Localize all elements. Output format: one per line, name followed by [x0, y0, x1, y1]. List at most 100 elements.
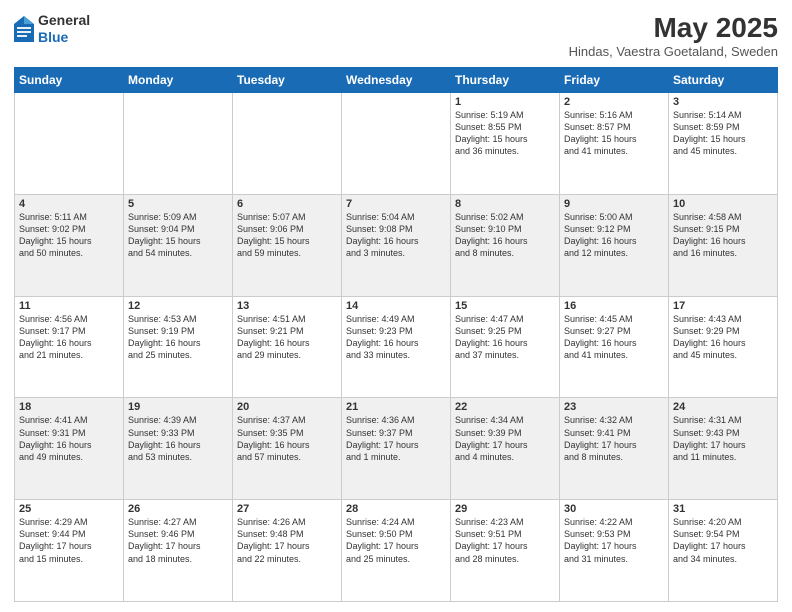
calendar-cell: 12Sunrise: 4:53 AM Sunset: 9:19 PM Dayli… [124, 296, 233, 398]
header: General Blue May 2025 Hindas, Vaestra Go… [14, 12, 778, 59]
week-row-1: 1Sunrise: 5:19 AM Sunset: 8:55 PM Daylig… [15, 93, 778, 195]
cell-info-text: Sunrise: 4:41 AM Sunset: 9:31 PM Dayligh… [19, 414, 119, 463]
calendar-cell: 17Sunrise: 4:43 AM Sunset: 9:29 PM Dayli… [669, 296, 778, 398]
calendar-cell: 24Sunrise: 4:31 AM Sunset: 9:43 PM Dayli… [669, 398, 778, 500]
calendar-cell: 9Sunrise: 5:00 AM Sunset: 9:12 PM Daylig… [560, 194, 669, 296]
calendar-cell: 8Sunrise: 5:02 AM Sunset: 9:10 PM Daylig… [451, 194, 560, 296]
cell-date-number: 20 [237, 401, 337, 413]
cell-info-text: Sunrise: 4:45 AM Sunset: 9:27 PM Dayligh… [564, 313, 664, 362]
header-tuesday: Tuesday [233, 68, 342, 93]
cell-info-text: Sunrise: 5:09 AM Sunset: 9:04 PM Dayligh… [128, 211, 228, 260]
cell-info-text: Sunrise: 4:29 AM Sunset: 9:44 PM Dayligh… [19, 516, 119, 565]
cell-info-text: Sunrise: 4:27 AM Sunset: 9:46 PM Dayligh… [128, 516, 228, 565]
cell-info-text: Sunrise: 4:36 AM Sunset: 9:37 PM Dayligh… [346, 414, 446, 463]
cell-date-number: 31 [673, 503, 773, 515]
calendar-cell: 21Sunrise: 4:36 AM Sunset: 9:37 PM Dayli… [342, 398, 451, 500]
calendar-cell: 15Sunrise: 4:47 AM Sunset: 9:25 PM Dayli… [451, 296, 560, 398]
calendar-cell: 26Sunrise: 4:27 AM Sunset: 9:46 PM Dayli… [124, 500, 233, 602]
calendar-cell: 1Sunrise: 5:19 AM Sunset: 8:55 PM Daylig… [451, 93, 560, 195]
header-wednesday: Wednesday [342, 68, 451, 93]
logo-text: General Blue [38, 12, 90, 46]
calendar-cell [124, 93, 233, 195]
cell-info-text: Sunrise: 4:34 AM Sunset: 9:39 PM Dayligh… [455, 414, 555, 463]
calendar-cell: 22Sunrise: 4:34 AM Sunset: 9:39 PM Dayli… [451, 398, 560, 500]
calendar-cell: 5Sunrise: 5:09 AM Sunset: 9:04 PM Daylig… [124, 194, 233, 296]
cell-info-text: Sunrise: 4:47 AM Sunset: 9:25 PM Dayligh… [455, 313, 555, 362]
cell-info-text: Sunrise: 4:43 AM Sunset: 9:29 PM Dayligh… [673, 313, 773, 362]
cell-info-text: Sunrise: 5:14 AM Sunset: 8:59 PM Dayligh… [673, 109, 773, 158]
cell-date-number: 11 [19, 300, 119, 312]
cell-info-text: Sunrise: 5:16 AM Sunset: 8:57 PM Dayligh… [564, 109, 664, 158]
cell-date-number: 8 [455, 198, 555, 210]
cell-date-number: 1 [455, 96, 555, 108]
cell-date-number: 18 [19, 401, 119, 413]
cell-info-text: Sunrise: 5:07 AM Sunset: 9:06 PM Dayligh… [237, 211, 337, 260]
calendar-cell: 7Sunrise: 5:04 AM Sunset: 9:08 PM Daylig… [342, 194, 451, 296]
calendar-cell [15, 93, 124, 195]
calendar-cell: 14Sunrise: 4:49 AM Sunset: 9:23 PM Dayli… [342, 296, 451, 398]
calendar-cell: 27Sunrise: 4:26 AM Sunset: 9:48 PM Dayli… [233, 500, 342, 602]
calendar-cell: 2Sunrise: 5:16 AM Sunset: 8:57 PM Daylig… [560, 93, 669, 195]
calendar-cell: 16Sunrise: 4:45 AM Sunset: 9:27 PM Dayli… [560, 296, 669, 398]
cell-info-text: Sunrise: 4:58 AM Sunset: 9:15 PM Dayligh… [673, 211, 773, 260]
cell-date-number: 23 [564, 401, 664, 413]
header-thursday: Thursday [451, 68, 560, 93]
calendar-cell: 4Sunrise: 5:11 AM Sunset: 9:02 PM Daylig… [15, 194, 124, 296]
cell-info-text: Sunrise: 4:39 AM Sunset: 9:33 PM Dayligh… [128, 414, 228, 463]
cell-date-number: 16 [564, 300, 664, 312]
calendar-table: Sunday Monday Tuesday Wednesday Thursday… [14, 67, 778, 602]
cell-date-number: 26 [128, 503, 228, 515]
cell-date-number: 9 [564, 198, 664, 210]
cell-info-text: Sunrise: 4:53 AM Sunset: 9:19 PM Dayligh… [128, 313, 228, 362]
cell-info-text: Sunrise: 4:31 AM Sunset: 9:43 PM Dayligh… [673, 414, 773, 463]
cell-date-number: 19 [128, 401, 228, 413]
cell-date-number: 15 [455, 300, 555, 312]
week-row-5: 25Sunrise: 4:29 AM Sunset: 9:44 PM Dayli… [15, 500, 778, 602]
cell-info-text: Sunrise: 5:02 AM Sunset: 9:10 PM Dayligh… [455, 211, 555, 260]
cell-date-number: 27 [237, 503, 337, 515]
cell-info-text: Sunrise: 4:24 AM Sunset: 9:50 PM Dayligh… [346, 516, 446, 565]
cell-date-number: 14 [346, 300, 446, 312]
calendar-cell: 18Sunrise: 4:41 AM Sunset: 9:31 PM Dayli… [15, 398, 124, 500]
cell-date-number: 29 [455, 503, 555, 515]
calendar-cell: 29Sunrise: 4:23 AM Sunset: 9:51 PM Dayli… [451, 500, 560, 602]
calendar-cell: 28Sunrise: 4:24 AM Sunset: 9:50 PM Dayli… [342, 500, 451, 602]
calendar-cell: 10Sunrise: 4:58 AM Sunset: 9:15 PM Dayli… [669, 194, 778, 296]
cell-date-number: 7 [346, 198, 446, 210]
week-row-2: 4Sunrise: 5:11 AM Sunset: 9:02 PM Daylig… [15, 194, 778, 296]
cell-info-text: Sunrise: 4:51 AM Sunset: 9:21 PM Dayligh… [237, 313, 337, 362]
location-title: Hindas, Vaestra Goetaland, Sweden [569, 44, 778, 59]
cell-info-text: Sunrise: 4:26 AM Sunset: 9:48 PM Dayligh… [237, 516, 337, 565]
cell-info-text: Sunrise: 4:56 AM Sunset: 9:17 PM Dayligh… [19, 313, 119, 362]
calendar-cell: 25Sunrise: 4:29 AM Sunset: 9:44 PM Dayli… [15, 500, 124, 602]
cell-date-number: 21 [346, 401, 446, 413]
cell-info-text: Sunrise: 4:22 AM Sunset: 9:53 PM Dayligh… [564, 516, 664, 565]
logo-general: General [38, 12, 90, 29]
cell-date-number: 4 [19, 198, 119, 210]
logo-icon [14, 16, 34, 42]
month-title: May 2025 [569, 12, 778, 44]
cell-date-number: 13 [237, 300, 337, 312]
calendar-cell: 30Sunrise: 4:22 AM Sunset: 9:53 PM Dayli… [560, 500, 669, 602]
cell-info-text: Sunrise: 5:19 AM Sunset: 8:55 PM Dayligh… [455, 109, 555, 158]
cell-date-number: 30 [564, 503, 664, 515]
page: General Blue May 2025 Hindas, Vaestra Go… [0, 0, 792, 612]
calendar-cell: 23Sunrise: 4:32 AM Sunset: 9:41 PM Dayli… [560, 398, 669, 500]
cell-date-number: 2 [564, 96, 664, 108]
cell-info-text: Sunrise: 4:49 AM Sunset: 9:23 PM Dayligh… [346, 313, 446, 362]
calendar-cell: 3Sunrise: 5:14 AM Sunset: 8:59 PM Daylig… [669, 93, 778, 195]
weekday-header-row: Sunday Monday Tuesday Wednesday Thursday… [15, 68, 778, 93]
cell-info-text: Sunrise: 4:20 AM Sunset: 9:54 PM Dayligh… [673, 516, 773, 565]
header-monday: Monday [124, 68, 233, 93]
cell-date-number: 3 [673, 96, 773, 108]
logo: General Blue [14, 12, 90, 46]
cell-info-text: Sunrise: 5:04 AM Sunset: 9:08 PM Dayligh… [346, 211, 446, 260]
cell-date-number: 10 [673, 198, 773, 210]
calendar-cell: 19Sunrise: 4:39 AM Sunset: 9:33 PM Dayli… [124, 398, 233, 500]
header-friday: Friday [560, 68, 669, 93]
cell-date-number: 25 [19, 503, 119, 515]
calendar-cell: 31Sunrise: 4:20 AM Sunset: 9:54 PM Dayli… [669, 500, 778, 602]
calendar-cell: 6Sunrise: 5:07 AM Sunset: 9:06 PM Daylig… [233, 194, 342, 296]
cell-info-text: Sunrise: 4:37 AM Sunset: 9:35 PM Dayligh… [237, 414, 337, 463]
week-row-4: 18Sunrise: 4:41 AM Sunset: 9:31 PM Dayli… [15, 398, 778, 500]
